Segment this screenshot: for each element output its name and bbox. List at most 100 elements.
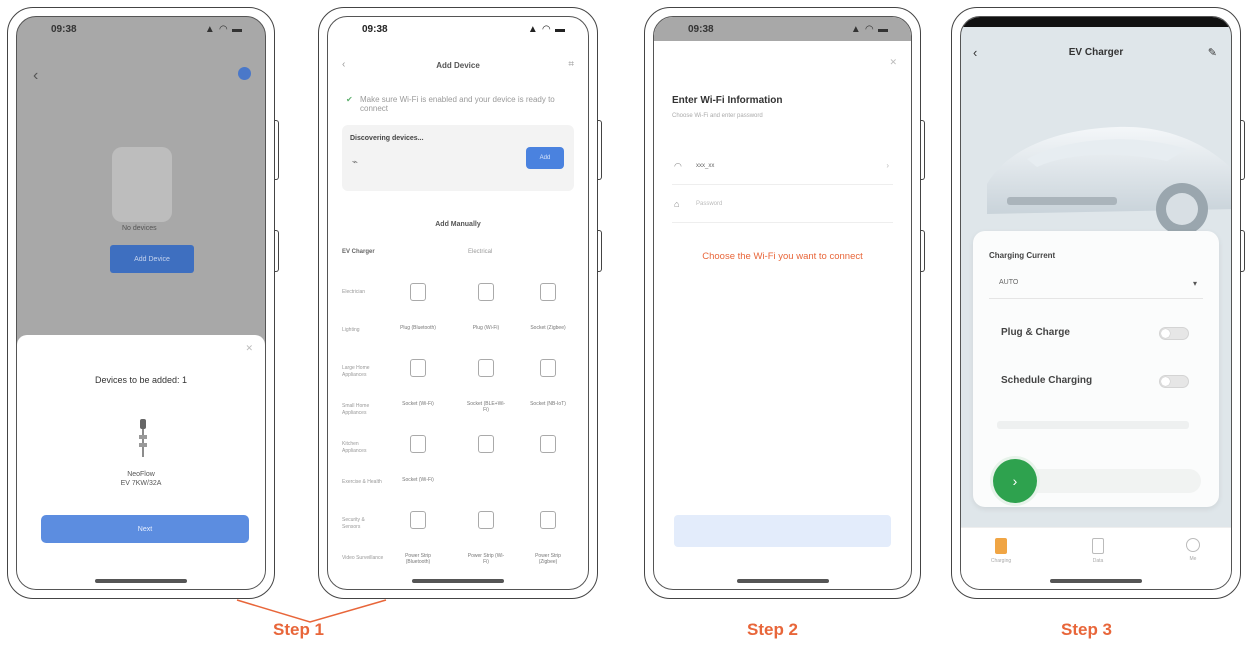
add-device-sheet: ✕ Devices to be added: 1 NeoFlow EV 7KW/… (17, 335, 265, 589)
category-row: Lighting Plug (Bluetooth) Plug (Wi-Fi) Sock… (342, 317, 574, 357)
screen: 09:38 ▲ ◠ ▬ ‹ No devices Add Device ✕ De… (16, 16, 266, 590)
home-indicator (95, 579, 187, 583)
device-type-icon[interactable] (478, 359, 494, 377)
status-bar: 09:38 ▲ ◠ ▬ (654, 17, 911, 41)
device-type-icon[interactable] (478, 511, 494, 529)
start-charge-slider[interactable] (1021, 469, 1201, 493)
plug-charge-toggle[interactable] (1159, 327, 1189, 340)
phone-add-device: 09:38 ▲ ◠ ▬ ‹ Add Device ⌗ ✔ Make sure W… (318, 7, 602, 599)
confirm-button[interactable] (674, 515, 891, 547)
device-type-caption: Plug (Wi-Fi) (472, 325, 500, 331)
back-arrow-icon[interactable]: ‹ (33, 67, 38, 85)
schedule-charging-row: Schedule Charging (989, 369, 1203, 393)
category-row-label[interactable]: Video Surveillance (342, 555, 384, 562)
category-row-label[interactable]: Electrician (342, 289, 384, 296)
category-row: Security & Sensors (342, 507, 574, 547)
me-tab-icon (1186, 538, 1200, 552)
device-type-caption: Power Strip (Bluetooth) (405, 553, 431, 565)
check-icon: ✔ (346, 95, 353, 104)
category-row-label[interactable]: Large Home Appliances (342, 365, 384, 379)
category-row: Electrician (342, 279, 574, 319)
car-image (987, 126, 1231, 235)
device-type-icon[interactable] (410, 359, 426, 377)
device-type-caption: Socket (BLE+Wi-Fi) (466, 401, 506, 413)
page-subtitle: Choose Wi-Fi and enter password (672, 113, 763, 119)
wifi-icon: ◠ (674, 161, 682, 171)
screen: 09:38 ▲ ◠ ▬ ‹ Add Device ⌗ ✔ Make sure W… (327, 16, 589, 590)
edit-icon[interactable]: ✎ (1208, 46, 1217, 59)
header: ‹ EV Charger ✎ (961, 43, 1231, 65)
category-row-label[interactable]: Lighting (342, 327, 384, 334)
category-row: Large Home Appliances (342, 355, 574, 395)
add-device-button[interactable]: Add Device (110, 245, 194, 273)
header: ‹ Add Device ⌗ (328, 55, 588, 79)
device-name: NeoFlow EV 7KW/32A (17, 470, 265, 488)
placeholder-row (997, 421, 1189, 429)
discovery-card: Discovering devices... ⌁ Add (342, 125, 574, 191)
device-type-icon[interactable] (410, 435, 426, 453)
device-type-icon[interactable] (410, 283, 426, 301)
device-type-icon[interactable] (540, 283, 556, 301)
step-2-label: Step 2 (747, 620, 799, 639)
tab-data[interactable]: Data (1078, 538, 1118, 564)
charging-current-label: Charging Current (989, 251, 1056, 260)
category-label[interactable]: EV Charger (342, 249, 375, 255)
device-type-icon[interactable] (478, 283, 494, 301)
schedule-charging-toggle[interactable] (1159, 375, 1189, 388)
device-type-icon[interactable] (410, 511, 426, 529)
category-row-label[interactable]: Exercise & Health (342, 479, 384, 486)
add-manually-heading: Add Manually (435, 221, 481, 228)
phone-wifi-info: 09:38 ▲ ◠ ▬ ✕ Enter Wi-Fi Information Ch… (644, 7, 925, 599)
schedule-charging-label: Schedule Charging (1001, 375, 1093, 386)
tab-me-label: Me (1189, 556, 1197, 562)
device-type-icon[interactable] (540, 511, 556, 529)
chevron-right-icon[interactable]: › (886, 161, 889, 170)
start-charge-button[interactable]: › (993, 459, 1037, 503)
category-subtitle: Electrical (468, 249, 493, 255)
device-type-caption: Power Strip (Wi-Fi) (467, 553, 505, 565)
page-title: Add Device (436, 61, 480, 70)
category-row-label[interactable]: Small Home Appliances (342, 403, 384, 417)
category-row-label[interactable]: Kitchen Appliances (342, 441, 384, 455)
charging-current-select[interactable]: AUTO ▾ (989, 267, 1203, 299)
status-time: 09:38 (688, 23, 714, 35)
category-row: Kitchen Appliances (342, 431, 574, 471)
password-field[interactable]: ⌂ Password (672, 187, 893, 223)
device-image (112, 147, 172, 222)
device-caption: No devices (122, 225, 157, 232)
lock-icon: ⌂ (674, 199, 680, 209)
next-button[interactable]: Next (41, 515, 249, 543)
scan-icon[interactable]: ⌗ (568, 59, 574, 70)
close-icon[interactable]: ✕ (245, 343, 253, 354)
charging-tab-icon (995, 538, 1007, 554)
screen: ‹ EV Charger ✎ Charging Current AUTO ▾ P… (960, 16, 1232, 590)
device-type-icon[interactable] (540, 359, 556, 377)
status-bar: 09:38 ▲ ◠ ▬ (17, 17, 265, 41)
sheet-title: Devices to be added: 1 (94, 375, 188, 385)
phone-ev-charger: ‹ EV Charger ✎ Charging Current AUTO ▾ P… (951, 7, 1245, 599)
gear-icon[interactable] (238, 67, 251, 80)
device-name-line2: EV 7KW/32A (120, 480, 162, 487)
status-time: 09:38 (362, 23, 388, 35)
status-bar: 09:38 ▲ ◠ ▬ (328, 17, 588, 41)
category-row-label[interactable]: Security & Sensors (342, 517, 384, 531)
device-type-caption: Socket (NB-IoT) (530, 401, 566, 407)
tab-charging[interactable]: Charging (981, 538, 1021, 564)
chevron-down-icon: ▾ (1192, 279, 1197, 288)
tab-charging-label: Charging (990, 558, 1012, 564)
device-type-icon[interactable] (478, 435, 494, 453)
category-row: Exercise & Health Socket (Wi-Fi) (342, 469, 574, 509)
add-discovered-button[interactable]: Add (526, 147, 564, 169)
wifi-ssid: xxx_xx (696, 163, 715, 169)
data-tab-icon (1092, 538, 1104, 554)
close-icon[interactable]: ✕ (889, 57, 897, 68)
device-type-caption: Socket (Zigbee) (530, 325, 566, 331)
scan-note: Make sure Wi-Fi is enabled and your devi… (360, 95, 555, 113)
status-time: 09:38 (51, 23, 77, 35)
tab-me[interactable]: Me (1173, 538, 1213, 562)
device-type-icon[interactable] (540, 435, 556, 453)
device-type-caption: Socket (Wi-Fi) (402, 401, 434, 407)
phone-device-discovered: 09:38 ▲ ◠ ▬ ‹ No devices Add Device ✕ De… (7, 7, 279, 599)
plug-charge-label: Plug & Charge (1001, 327, 1070, 338)
wifi-ssid-field[interactable]: ◠ xxx_xx › (672, 149, 893, 185)
